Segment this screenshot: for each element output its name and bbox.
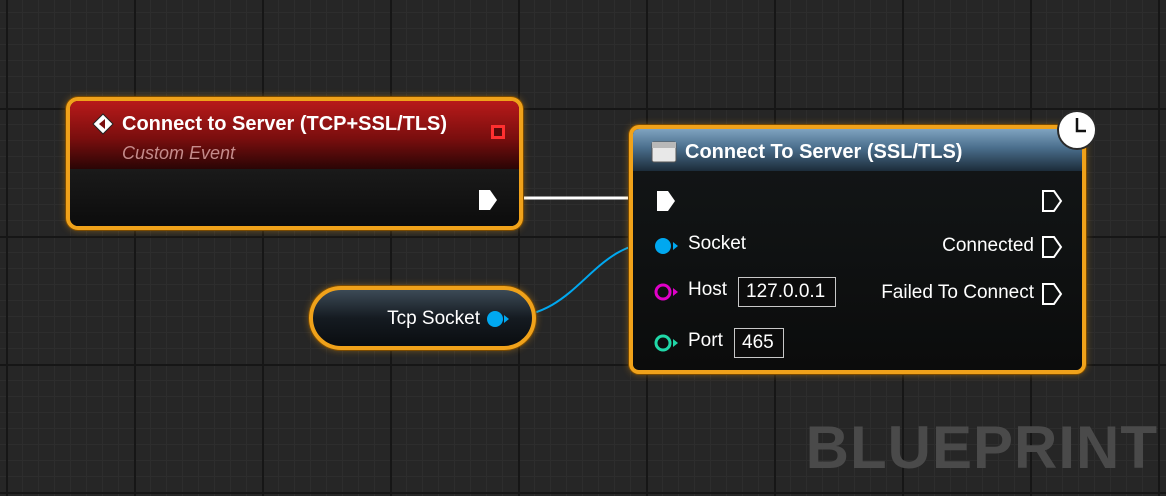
delegate-output-pin[interactable]: [491, 125, 505, 139]
object-output-pin-icon[interactable]: [486, 310, 510, 328]
variable-label: Tcp Socket: [387, 308, 480, 329]
socket-input-pin-icon[interactable]: [653, 236, 679, 256]
exec-input-pin-icon[interactable]: [655, 189, 677, 213]
connect-to-server-function-node[interactable]: Connect To Server (SSL/TLS) Socket Conne…: [629, 125, 1086, 374]
host-input-pin-icon[interactable]: [653, 282, 679, 302]
event-node-body: [70, 169, 519, 226]
port-input[interactable]: 465: [734, 328, 784, 358]
event-title: Connect to Server (TCP+SSL/TLS): [122, 113, 448, 135]
failed-exec-pin-icon[interactable]: [1041, 282, 1063, 306]
port-input-pin-icon[interactable]: [653, 333, 679, 353]
connected-label: Connected: [942, 235, 1034, 256]
failed-to-connect-label: Failed To Connect: [881, 282, 1034, 303]
custom-event-node[interactable]: Connect to Server (TCP+SSL/TLS) Custom E…: [66, 97, 523, 230]
host-input[interactable]: 127.0.0.1: [738, 277, 836, 307]
exec-output-pin-icon[interactable]: [1041, 189, 1063, 213]
host-label: Host: [688, 279, 728, 300]
event-diamond-icon: [92, 113, 114, 135]
exec-output-pin-icon[interactable]: [477, 188, 499, 212]
clock-icon: [1057, 110, 1097, 150]
port-label: Port: [688, 330, 723, 351]
blueprint-watermark: BLUEPRINT: [805, 414, 1158, 481]
function-icon: [651, 141, 677, 163]
tcp-socket-variable-node[interactable]: Tcp Socket: [309, 286, 536, 350]
function-title: Connect To Server (SSL/TLS): [685, 141, 963, 163]
socket-label: Socket: [688, 233, 747, 254]
connected-exec-pin-icon[interactable]: [1041, 235, 1063, 259]
event-subtitle: Custom Event: [122, 143, 236, 163]
